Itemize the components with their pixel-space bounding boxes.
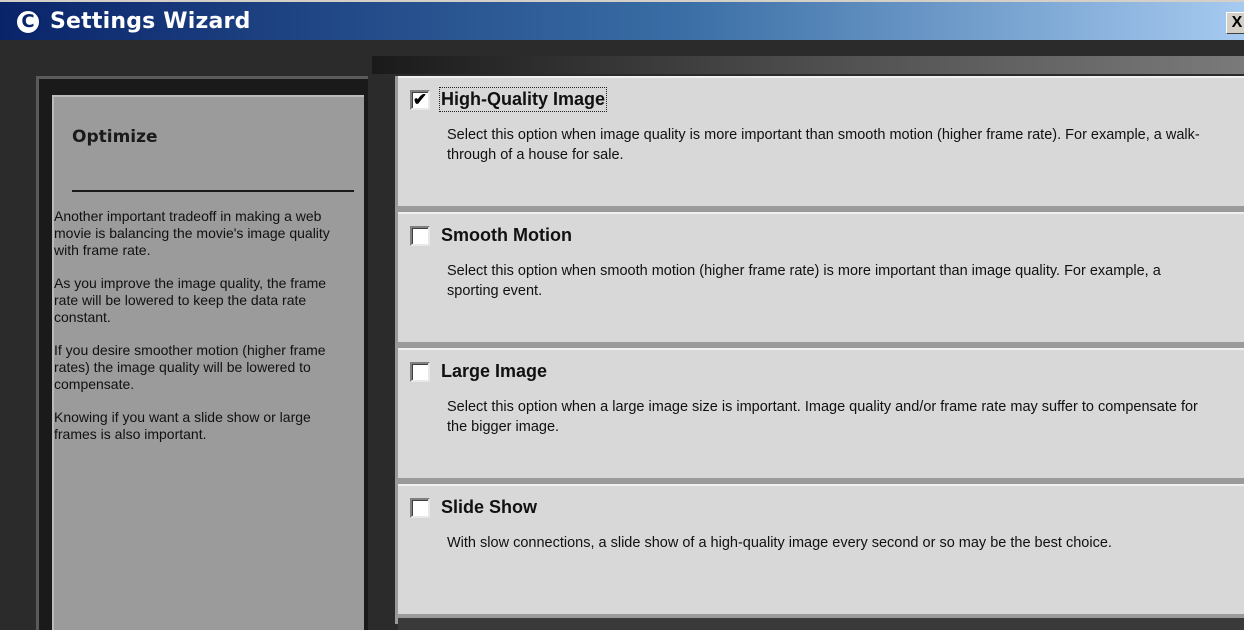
sidebar-paragraph: As you improve the image quality, the fr… — [54, 275, 327, 325]
large-image-checkbox[interactable] — [410, 362, 430, 382]
option-high-quality-image[interactable]: ✔ High-Quality Image Select this option … — [398, 76, 1244, 206]
sidebar-heading: Optimize — [72, 127, 158, 147]
option-large-image[interactable]: Large Image Select this option when a la… — [398, 348, 1244, 478]
sidebar-divider — [72, 190, 354, 192]
option-title[interactable]: Smooth Motion — [441, 225, 572, 246]
option-title[interactable]: Slide Show — [441, 497, 537, 518]
window-title: Settings Wizard — [50, 9, 251, 34]
option-slide-show[interactable]: Slide Show With slow connections, a slid… — [398, 484, 1244, 614]
sidebar-paragraph: If you desire smoother motion (higher fr… — [54, 342, 326, 392]
option-title[interactable]: High-Quality Image — [438, 87, 608, 112]
slide-show-checkbox[interactable] — [410, 498, 430, 518]
checkbox-check-icon: ✔ — [412, 90, 428, 109]
option-description: Select this option when a large image si… — [447, 399, 1198, 435]
close-icon: X — [1231, 14, 1243, 31]
option-title[interactable]: Large Image — [441, 361, 547, 382]
sidebar-paragraph: Knowing if you want a slide show or larg… — [54, 409, 311, 442]
option-smooth-motion[interactable]: Smooth Motion Select this option when sm… — [398, 212, 1244, 342]
app-logo-letter: C — [21, 11, 35, 32]
option-description: Select this option when image quality is… — [447, 127, 1200, 163]
option-description: With slow connections, a slide show of a… — [447, 535, 1112, 551]
close-button[interactable]: X — [1226, 12, 1244, 34]
sidebar-help-text: Another important tradeoff in making a w… — [54, 208, 354, 459]
high-quality-image-checkbox[interactable]: ✔ — [410, 90, 430, 110]
title-bar[interactable]: C Settings Wizard X — [0, 0, 1244, 40]
app-logo-icon: C — [15, 9, 41, 35]
option-description: Select this option when smooth motion (h… — [447, 263, 1161, 299]
header-strip — [372, 56, 1244, 74]
settings-wizard-window: C Settings Wizard X Optimize Another imp… — [0, 0, 1244, 630]
sidebar-paragraph: Another important tradeoff in making a w… — [54, 208, 330, 258]
smooth-motion-checkbox[interactable] — [410, 226, 430, 246]
bottom-bar — [398, 618, 1244, 630]
